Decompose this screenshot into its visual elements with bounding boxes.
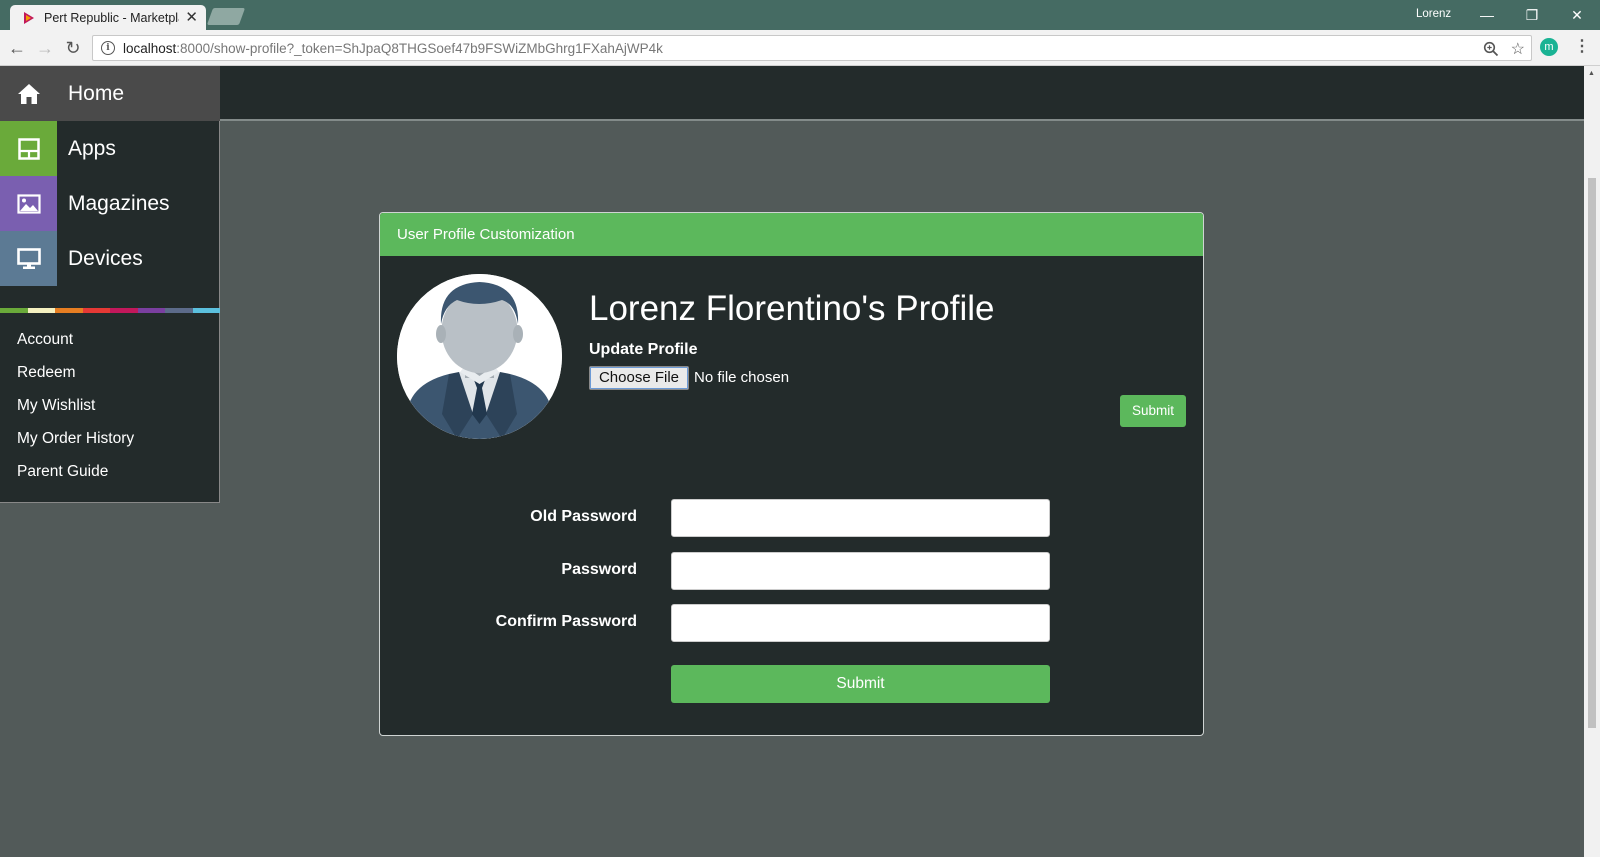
tab-title: Pert Republic - Marketplace bbox=[44, 10, 179, 25]
color-stripe-divider bbox=[0, 308, 220, 313]
password-field[interactable] bbox=[671, 552, 1050, 590]
password-submit-button[interactable]: Submit bbox=[671, 665, 1050, 703]
address-bar[interactable]: i localhost :8000/show-profile?_token=Sh… bbox=[92, 35, 1532, 61]
upload-submit-button[interactable]: Submit bbox=[1120, 395, 1186, 427]
browser-tab[interactable]: Pert Republic - Marketplace ✕ bbox=[10, 5, 206, 30]
site-topbar bbox=[0, 66, 1584, 121]
sidebar-item-devices[interactable]: Devices bbox=[0, 231, 220, 286]
image-icon bbox=[16, 193, 41, 214]
sidebar: Home Apps Magazines Devices Account Rede… bbox=[0, 66, 220, 503]
profile-title: Lorenz Florentino's Profile bbox=[589, 289, 995, 328]
magazines-icon-box bbox=[0, 176, 57, 231]
tab-close-icon[interactable]: ✕ bbox=[185, 10, 198, 25]
apps-icon-box bbox=[0, 121, 57, 176]
sidebar-link-account[interactable]: Account bbox=[17, 331, 73, 349]
monitor-icon bbox=[16, 247, 41, 269]
sidebar-item-magazines[interactable]: Magazines bbox=[0, 176, 220, 231]
forward-arrow-icon[interactable]: → bbox=[33, 36, 57, 60]
sidebar-item-label: Devices bbox=[68, 246, 143, 270]
close-window-icon[interactable]: ✕ bbox=[1562, 4, 1592, 26]
zoom-icon[interactable] bbox=[1483, 41, 1499, 57]
sidebar-item-label: Magazines bbox=[68, 191, 170, 215]
scroll-up-icon[interactable]: ▲ bbox=[1588, 70, 1595, 77]
address-toolbar: ← → ↻ i localhost :8000/show-profile?_to… bbox=[0, 30, 1600, 66]
confirm-password-label: Confirm Password bbox=[495, 613, 637, 630]
sidebar-item-apps[interactable]: Apps bbox=[0, 121, 220, 176]
home-icon bbox=[17, 83, 40, 104]
old-password-label: Old Password bbox=[530, 508, 637, 525]
new-tab-button[interactable] bbox=[206, 8, 246, 25]
url-host: localhost bbox=[123, 40, 177, 56]
restore-icon[interactable]: ❐ bbox=[1517, 4, 1547, 26]
sidebar-link-redeem[interactable]: Redeem bbox=[17, 364, 76, 382]
profile-panel: User Profile Customization Lorenz Floren… bbox=[379, 212, 1204, 736]
devices-icon-box bbox=[0, 231, 57, 286]
avatar bbox=[397, 274, 562, 439]
confirm-password-field[interactable] bbox=[671, 604, 1050, 642]
bookmark-star-icon[interactable]: ☆ bbox=[1511, 39, 1525, 59]
apps-icon bbox=[17, 137, 40, 160]
sidebar-link-wishlist[interactable]: My Wishlist bbox=[17, 397, 95, 415]
choose-file-button[interactable]: Choose File bbox=[589, 366, 689, 390]
sidebar-item-label: Apps bbox=[68, 136, 116, 160]
minimize-icon[interactable]: — bbox=[1472, 4, 1502, 26]
panel-header: User Profile Customization bbox=[380, 213, 1203, 256]
page-content: Home Apps Magazines Devices Account Rede… bbox=[0, 66, 1584, 857]
browser-profile-name[interactable]: Lorenz bbox=[1416, 8, 1451, 20]
back-arrow-icon[interactable]: ← bbox=[5, 36, 29, 60]
site-info-icon[interactable]: i bbox=[101, 41, 115, 55]
sidebar-item-label: Home bbox=[68, 81, 125, 105]
home-icon-box bbox=[0, 66, 57, 121]
user-avatar-icon bbox=[397, 274, 562, 439]
extension-icon[interactable]: m bbox=[1540, 38, 1558, 56]
url-path: :8000/show-profile?_token=ShJpaQ8THGSoef… bbox=[176, 40, 663, 56]
browser-titlebar: Pert Republic - Marketplace ✕ Lorenz — ❐… bbox=[0, 0, 1600, 30]
update-profile-label: Update Profile bbox=[589, 341, 698, 358]
sidebar-item-home[interactable]: Home bbox=[0, 66, 220, 121]
sidebar-link-parent-guide[interactable]: Parent Guide bbox=[17, 463, 108, 481]
browser-menu-icon[interactable]: ⋮ bbox=[1574, 36, 1590, 56]
page-scrollbar[interactable]: ▲ bbox=[1584, 66, 1600, 857]
old-password-field[interactable] bbox=[671, 499, 1050, 537]
file-status-text: No file chosen bbox=[694, 369, 790, 386]
sidebar-link-order-history[interactable]: My Order History bbox=[17, 430, 134, 448]
scroll-thumb[interactable] bbox=[1588, 178, 1596, 728]
password-label: Password bbox=[561, 561, 637, 578]
site-favicon-icon bbox=[24, 11, 34, 24]
reload-icon[interactable]: ↻ bbox=[61, 36, 85, 60]
